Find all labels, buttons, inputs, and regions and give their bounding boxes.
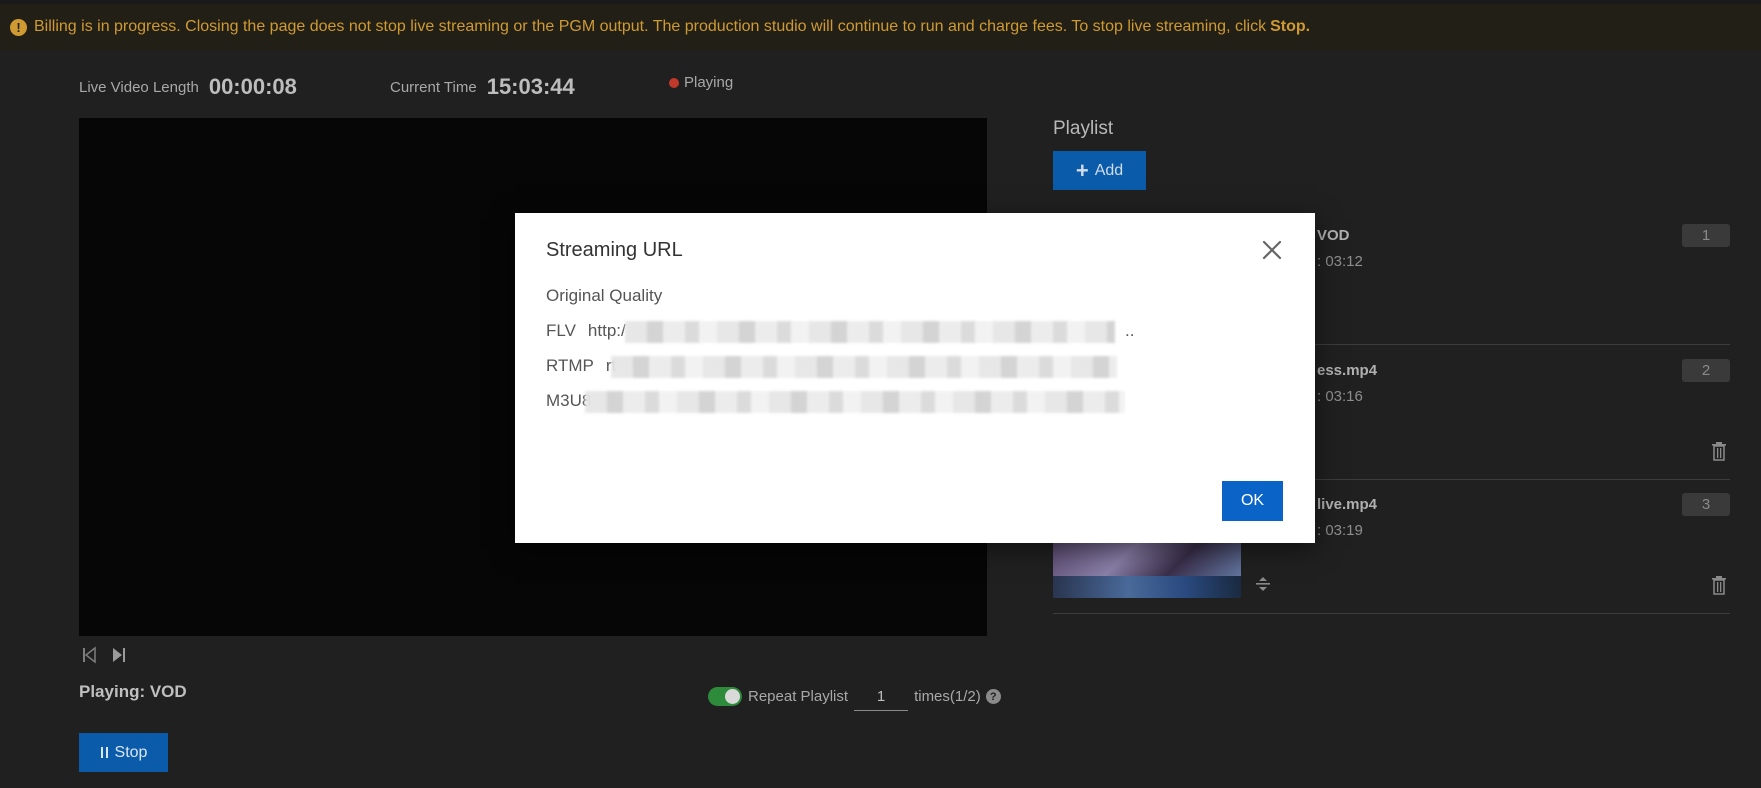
rtmp-row: RTMP rt — [546, 356, 616, 376]
dialog-title: Streaming URL — [546, 239, 683, 261]
flv-label: FLV — [546, 321, 576, 340]
streaming-url-dialog: Streaming URL Original Quality FLV http:… — [515, 213, 1315, 543]
flv-ellipsis: .. — [1125, 321, 1135, 340]
flv-url-tail: .. — [1125, 321, 1134, 341]
close-icon[interactable] — [1261, 239, 1283, 261]
ok-button[interactable]: OK — [1222, 481, 1283, 521]
redacted-flv-url — [625, 321, 1115, 343]
redacted-m3u8-url — [585, 391, 1125, 413]
flv-row: FLV http:/ — [546, 321, 626, 341]
quality-label: Original Quality — [546, 286, 663, 305]
flv-url[interactable]: http:/ — [588, 321, 626, 341]
rtmp-label: RTMP — [546, 356, 594, 375]
redacted-rtmp-url — [611, 356, 1117, 378]
